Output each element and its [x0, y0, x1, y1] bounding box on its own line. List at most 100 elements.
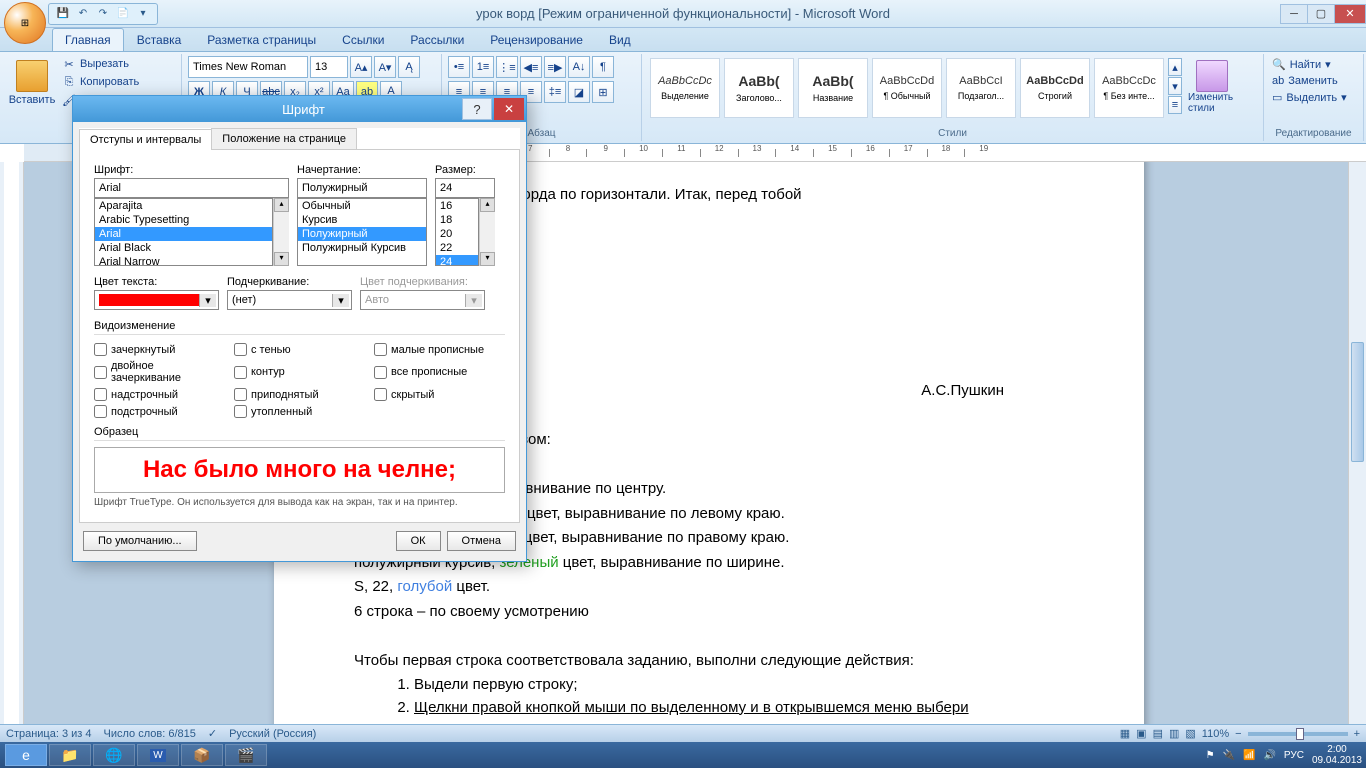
checkbox-input[interactable] — [94, 405, 107, 418]
listbox-item[interactable]: 16 — [436, 199, 478, 213]
listbox-item[interactable]: 24 — [436, 255, 478, 266]
tray-language[interactable]: РУС — [1284, 750, 1304, 761]
styles-more-button[interactable]: ≡ — [1168, 96, 1182, 114]
style-strong[interactable]: AaBbCcDdСтрогий — [1020, 58, 1090, 118]
listbox-item[interactable]: 18 — [436, 213, 478, 227]
styles-down-button[interactable]: ▾ — [1168, 77, 1182, 95]
zoom-thumb[interactable] — [1296, 728, 1304, 740]
style-subtitle[interactable]: AaBbCcIПодзагол... — [946, 58, 1016, 118]
checkbox-input[interactable] — [374, 343, 387, 356]
paste-button[interactable]: Вставить — [8, 56, 56, 110]
pilcrow-button[interactable]: ¶ — [592, 56, 614, 78]
view-outline-icon[interactable]: ▥ — [1169, 727, 1179, 740]
tray-volume-icon[interactable]: 🔊 — [1263, 750, 1275, 761]
font-input[interactable] — [94, 178, 289, 198]
multilevel-button[interactable]: ⋮≡ — [496, 56, 518, 78]
style-input[interactable] — [297, 178, 427, 198]
listbox-item[interactable]: Arial Narrow — [95, 255, 272, 266]
font-listbox[interactable]: AparajitaArabic TypesettingArialArial Bl… — [94, 198, 273, 266]
tray-power-icon[interactable]: 🔌 — [1223, 750, 1235, 761]
status-page[interactable]: Страница: 3 из 4 — [6, 728, 92, 740]
font-color-combo[interactable] — [94, 290, 219, 310]
tab-insert[interactable]: Вставка — [124, 28, 195, 51]
default-button[interactable]: По умолчанию... — [83, 531, 197, 551]
change-styles-button[interactable]: Изменить стили — [1184, 56, 1240, 118]
listbox-item[interactable]: Полужирный — [298, 227, 426, 241]
effect-checkbox[interactable]: скрытый — [374, 388, 504, 401]
style-normal[interactable]: AaBbCcDd¶ Обычный — [872, 58, 942, 118]
status-words[interactable]: Число слов: 6/815 — [104, 728, 196, 740]
scroll-up-icon[interactable]: ▴ — [274, 198, 289, 212]
style-emphasis[interactable]: AaBbCcDcВыделение — [650, 58, 720, 118]
size-input[interactable] — [435, 178, 495, 198]
office-button[interactable]: ⊞ — [4, 2, 46, 44]
tab-home[interactable]: Главная — [52, 28, 124, 51]
checkbox-input[interactable] — [94, 366, 107, 379]
bullets-button[interactable]: •≡ — [448, 56, 470, 78]
effect-checkbox[interactable]: с тенью — [234, 343, 364, 356]
effect-checkbox[interactable]: подстрочный — [94, 405, 224, 418]
listbox-item[interactable]: Arabic Typesetting — [95, 213, 272, 227]
minimize-button[interactable]: ─ — [1280, 4, 1308, 24]
copy-button[interactable]: ⎘Копировать — [60, 74, 141, 90]
checkbox-input[interactable] — [374, 366, 387, 379]
borders-button[interactable]: ⊞ — [592, 81, 614, 103]
effect-checkbox[interactable]: контур — [234, 360, 364, 384]
effect-checkbox[interactable]: двойное зачеркивание — [94, 360, 224, 384]
tray-network-icon[interactable]: 📶 — [1243, 750, 1255, 761]
numbering-button[interactable]: 1≡ — [472, 56, 494, 78]
sort-button[interactable]: A↓ — [568, 56, 590, 78]
font-size-combo[interactable] — [310, 56, 348, 78]
effect-checkbox[interactable]: приподнятый — [234, 388, 364, 401]
taskbar-explorer[interactable]: 📁 — [49, 744, 91, 766]
grow-font-button[interactable]: A▴ — [350, 56, 372, 78]
checkbox-input[interactable] — [234, 388, 247, 401]
tray-clock[interactable]: 2:00 09.04.2013 — [1312, 744, 1362, 766]
checkbox-input[interactable] — [234, 405, 247, 418]
zoom-in-button[interactable]: + — [1354, 728, 1360, 740]
clear-format-button[interactable]: Ą — [398, 56, 420, 78]
save-icon[interactable]: 💾 — [55, 6, 71, 22]
taskbar-ie[interactable]: e — [5, 744, 47, 766]
scrollbar-thumb[interactable] — [1351, 342, 1364, 462]
dialog-help-button[interactable]: ? — [462, 98, 492, 120]
maximize-button[interactable]: ▢ — [1307, 4, 1335, 24]
checkbox-input[interactable] — [234, 343, 247, 356]
style-no-spacing[interactable]: AaBbCcDc¶ Без инте... — [1094, 58, 1164, 118]
tab-page-layout[interactable]: Разметка страницы — [194, 28, 329, 51]
scroll-down-icon[interactable]: ▾ — [480, 252, 495, 266]
scroll-up-icon[interactable]: ▴ — [480, 198, 495, 212]
taskbar-winrar[interactable]: 📦 — [181, 744, 223, 766]
effect-checkbox[interactable]: утопленный — [234, 405, 364, 418]
replace-button[interactable]: abЗаменить — [1270, 73, 1357, 89]
listbox-item[interactable]: 22 — [436, 241, 478, 255]
checkbox-input[interactable] — [94, 388, 107, 401]
checkbox-input[interactable] — [94, 343, 107, 356]
listbox-item[interactable]: Arial — [95, 227, 272, 241]
taskbar-app[interactable]: 🎬 — [225, 744, 267, 766]
font-name-combo[interactable] — [188, 56, 308, 78]
tab-references[interactable]: Ссылки — [329, 28, 397, 51]
effect-checkbox[interactable]: малые прописные — [374, 343, 504, 356]
redo-icon[interactable]: ↷ — [95, 6, 111, 22]
tab-view[interactable]: Вид — [596, 28, 644, 51]
cut-button[interactable]: ✂Вырезать — [60, 56, 141, 72]
taskbar-chrome[interactable]: 🌐 — [93, 744, 135, 766]
tray-flag-icon[interactable]: ⚑ — [1206, 750, 1215, 761]
size-listbox[interactable]: 1618202224 — [435, 198, 479, 266]
dialog-close-button[interactable]: ✕ — [494, 98, 524, 120]
tab-review[interactable]: Рецензирование — [477, 28, 596, 51]
view-full-screen-icon[interactable]: ▣ — [1136, 727, 1146, 740]
line-spacing-button[interactable]: ‡≡ — [544, 81, 566, 103]
checkbox-input[interactable] — [374, 388, 387, 401]
view-web-icon[interactable]: ▤ — [1153, 727, 1163, 740]
undo-icon[interactable]: ↶ — [75, 6, 91, 22]
styles-up-button[interactable]: ▴ — [1168, 58, 1182, 76]
listbox-item[interactable]: Arial Black — [95, 241, 272, 255]
taskbar-word[interactable]: W — [137, 744, 179, 766]
style-heading[interactable]: AaBb(Заголово... — [724, 58, 794, 118]
vertical-scrollbar[interactable] — [1348, 162, 1366, 724]
ok-button[interactable]: ОК — [396, 531, 441, 551]
zoom-out-button[interactable]: − — [1235, 728, 1241, 740]
close-button[interactable]: ✕ — [1334, 4, 1366, 24]
